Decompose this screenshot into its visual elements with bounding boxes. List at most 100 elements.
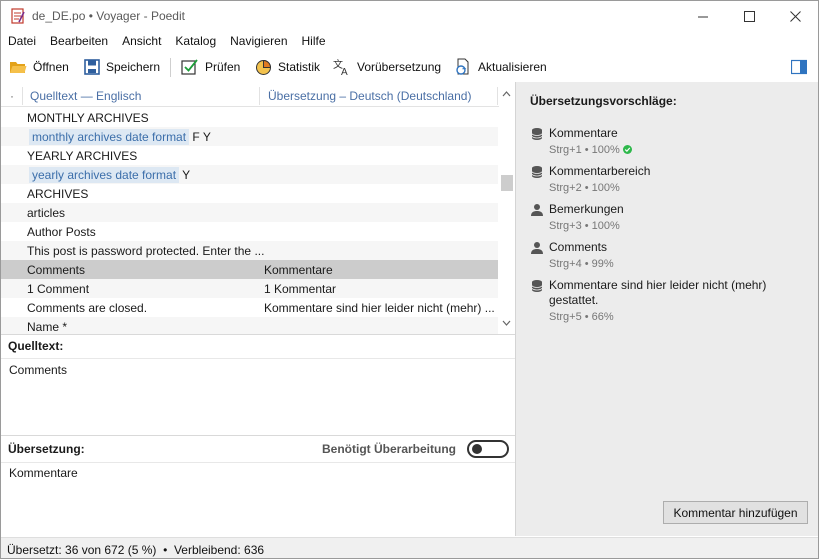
scroll-up-icon[interactable] — [499, 89, 514, 99]
status-bar: Übersetzt: 36 von 672 (5 %) • Verbleiben… — [1, 537, 818, 558]
translation-cell: 1 Kommentar — [264, 282, 337, 296]
translation-cell: Kommentare — [264, 263, 333, 277]
validate-button[interactable]: Prüfen — [181, 56, 240, 78]
source-pane-label: Quelltext: — [8, 339, 64, 353]
column-divider — [22, 87, 23, 105]
status-translated: Übersetzt: 36 von 672 (5 %) — [7, 543, 157, 557]
column-divider — [497, 87, 498, 105]
validate-label: Prüfen — [205, 60, 241, 74]
source-cell: yearly archives date format Y — [27, 167, 191, 183]
stats-button[interactable]: Statistik — [255, 56, 320, 78]
marker-column-header: · — [10, 89, 14, 103]
source-cell: MONTHLY ARCHIVES — [27, 111, 149, 125]
exact-match-check-icon — [622, 145, 632, 154]
table-row[interactable]: MONTHLY ARCHIVES — [1, 108, 498, 127]
context-tag: monthly archives date format — [29, 129, 190, 145]
table-row-selected[interactable]: Comments Kommentare — [1, 260, 498, 279]
poedit-app-icon — [11, 8, 25, 24]
table-row[interactable]: yearly archives date format Y — [1, 165, 498, 184]
translation-input[interactable]: Kommentare — [9, 466, 78, 480]
sidebar-toggle-icon — [791, 59, 807, 75]
toolbar-separator — [170, 58, 171, 77]
status-remaining: Verbleibend: 636 — [173, 543, 265, 557]
add-comment-button[interactable]: Kommentar hinzufügen — [663, 501, 808, 524]
context-tag: yearly archives date format — [29, 167, 180, 183]
close-button[interactable] — [772, 1, 818, 31]
refresh-file-icon — [456, 58, 469, 75]
menu-bar: Datei Bearbeiten Ansicht Katalog Navigie… — [1, 32, 333, 52]
floppy-icon — [84, 59, 100, 75]
table-row[interactable]: Author Posts — [1, 222, 498, 241]
needs-work-toggle[interactable] — [467, 440, 509, 458]
source-suffix: F Y — [189, 130, 211, 144]
list-rows: MONTHLY ARCHIVES monthly archives date f… — [1, 108, 498, 334]
source-cell: This post is password protected. Enter t… — [27, 244, 265, 258]
update-label: Aktualisieren — [478, 60, 547, 74]
save-label: Speichern — [106, 60, 161, 74]
toolbar: Öffnen Speichern Prüfen Statistik 文 A Vo… — [1, 53, 818, 81]
scrollbar-thumb[interactable] — [501, 175, 513, 191]
maximize-icon — [743, 10, 755, 22]
table-row[interactable]: YEARLY ARCHIVES — [1, 146, 498, 165]
save-button[interactable]: Speichern — [84, 56, 160, 78]
table-row[interactable]: monthly archives date format F Y — [1, 127, 498, 146]
divider — [1, 358, 515, 359]
suggestion-text: Kommentare sind hier leider nicht (mehr)… — [549, 278, 767, 307]
scroll-down-icon[interactable] — [499, 318, 514, 328]
source-column-header[interactable]: Quelltext — Englisch — [30, 89, 141, 103]
source-cell: articles — [27, 206, 66, 220]
close-icon — [789, 10, 801, 22]
app-window: de_DE.po • Voyager - Poedit Datei Bearbe… — [0, 0, 819, 559]
column-divider — [259, 87, 260, 105]
menu-ansicht[interactable]: Ansicht — [115, 32, 168, 52]
maximize-button[interactable] — [726, 1, 772, 31]
menu-navigieren[interactable]: Navigieren — [223, 32, 294, 52]
person-icon — [531, 204, 543, 216]
list-scrollbar[interactable] — [499, 85, 514, 334]
sidebar-toggle-button[interactable] — [791, 56, 807, 78]
suggestions-title: Übersetzungsvorschläge: — [530, 94, 677, 108]
list-header: · Quelltext — Englisch Übersetzung – Deu… — [1, 85, 499, 107]
translation-column-header[interactable]: Übersetzung – Deutsch (Deutschland) — [268, 89, 471, 103]
pretranslate-button[interactable]: 文 A Vorübersetzung — [333, 56, 441, 78]
divider — [1, 462, 515, 463]
table-row[interactable]: 1 Comment 1 Kommentar — [1, 279, 498, 298]
toggle-knob — [472, 444, 482, 454]
svg-text:A: A — [341, 67, 348, 76]
table-row[interactable]: Name * — [1, 317, 498, 334]
table-row[interactable]: Comments are closed. Kommentare sind hie… — [1, 298, 498, 317]
checkbox-icon — [181, 59, 198, 75]
table-row[interactable]: This post is password protected. Enter t… — [1, 241, 498, 260]
update-button[interactable]: Aktualisieren — [454, 56, 547, 78]
translate-icon: 文 A — [333, 59, 348, 76]
source-suffix: Y — [179, 168, 191, 182]
translation-list[interactable]: · Quelltext — Englisch Übersetzung – Deu… — [1, 85, 514, 334]
open-label: Öffnen — [33, 60, 69, 74]
source-cell: ARCHIVES — [27, 187, 89, 201]
menu-datei[interactable]: Datei — [1, 32, 43, 52]
menu-katalog[interactable]: Katalog — [168, 32, 223, 52]
database-icon — [531, 280, 543, 292]
database-icon — [531, 166, 543, 178]
minimize-button[interactable] — [680, 1, 726, 31]
divider — [1, 435, 515, 436]
source-cell: Comments are closed. — [27, 301, 148, 315]
suggestion-shortcut: Strg+1 • 100% — [549, 144, 620, 156]
source-cell: Name * — [27, 320, 68, 334]
source-cell: 1 Comment — [27, 282, 90, 296]
suggestions-sidebar: Übersetzungsvorschläge: Kommentare Strg+… — [515, 82, 818, 536]
table-row[interactable]: articles — [1, 203, 498, 222]
source-cell: YEARLY ARCHIVES — [27, 149, 138, 163]
window-title: de_DE.po • Voyager - Poedit — [32, 9, 185, 23]
status-text: Übersetzt: 36 von 672 (5 %) • Verbleiben… — [7, 543, 264, 557]
table-row[interactable]: ARCHIVES — [1, 184, 498, 203]
person-icon — [531, 242, 543, 254]
pretranslate-label: Vorübersetzung — [357, 60, 442, 74]
menu-hilfe[interactable]: Hilfe — [295, 32, 333, 52]
open-button[interactable]: Öffnen — [9, 56, 69, 78]
folder-icon — [10, 62, 27, 73]
translation-cell: Kommentare sind hier leider nicht (mehr)… — [264, 301, 495, 315]
suggestion-text: Bemerkungen — [549, 202, 624, 216]
menu-bearbeiten[interactable]: Bearbeiten — [43, 32, 115, 52]
pie-chart-icon — [256, 59, 272, 75]
